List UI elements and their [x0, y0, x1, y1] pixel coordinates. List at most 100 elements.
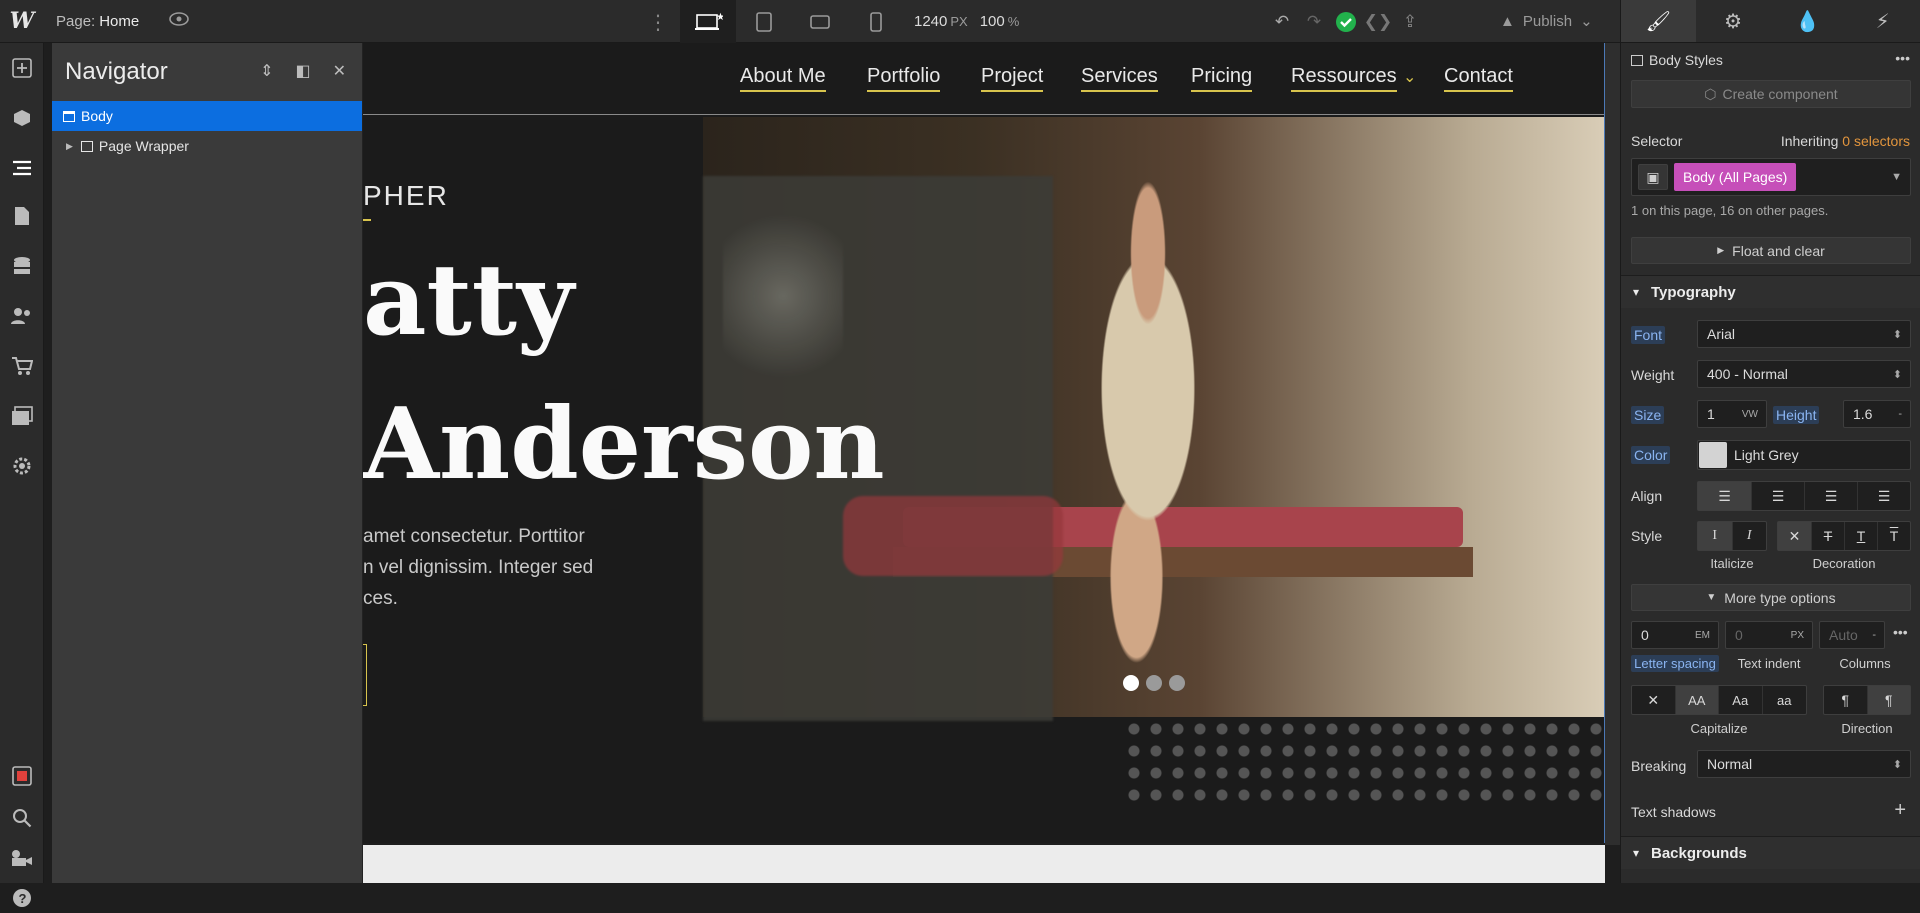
- navigator-item-body[interactable]: Body: [52, 101, 362, 131]
- export-icon[interactable]: ⇪: [1394, 12, 1426, 32]
- add-panel-icon[interactable]: [0, 53, 44, 83]
- slider-dot-3[interactable]: [1169, 675, 1185, 691]
- slider-dot-2[interactable]: [1146, 675, 1162, 691]
- align-right-icon[interactable]: ☰: [1805, 482, 1858, 510]
- underline-icon[interactable]: T: [1845, 522, 1878, 550]
- webflow-logo[interactable]: W: [0, 0, 44, 43]
- selector-type-icon[interactable]: ▣: [1638, 164, 1668, 190]
- settings-gear-icon[interactable]: [0, 451, 44, 481]
- create-component-button[interactable]: ⬡ Create component: [1631, 80, 1911, 108]
- size-input[interactable]: 1 VW: [1697, 400, 1767, 428]
- canvas-zoom[interactable]: 100%: [980, 13, 1020, 30]
- redo-icon[interactable]: ↷: [1298, 12, 1330, 32]
- assets-icon[interactable]: [0, 401, 44, 431]
- columns-input[interactable]: Auto -: [1819, 621, 1885, 649]
- design-canvas[interactable]: About Me Portfolio Project Services Pric…: [363, 43, 1605, 843]
- color-label: Color: [1631, 446, 1671, 464]
- nav-link-pricing[interactable]: Pricing: [1191, 65, 1253, 92]
- navigator-item-page-wrapper[interactable]: ▶ Page Wrapper: [52, 131, 362, 161]
- typography-section-header[interactable]: Typography: [1621, 275, 1920, 308]
- dock-panel-icon[interactable]: ◧: [295, 61, 310, 81]
- capitalize-icon[interactable]: Aa: [1719, 686, 1763, 714]
- more-type-options-toggle[interactable]: ▼ More type options: [1631, 584, 1911, 611]
- add-text-shadow-icon[interactable]: +: [1894, 799, 1906, 822]
- nav-link-about-me[interactable]: About Me: [740, 65, 826, 92]
- hero-cta-button[interactable]: [363, 644, 367, 706]
- weight-label: Weight: [1631, 367, 1675, 383]
- align-left-icon[interactable]: ☰: [1698, 482, 1752, 510]
- rtl-direction-icon[interactable]: ¶: [1867, 686, 1910, 714]
- slider-dot-1[interactable]: [1123, 675, 1139, 691]
- columns-label: Columns: [1839, 656, 1891, 671]
- nav-link-project[interactable]: Project: [981, 65, 1044, 92]
- desktop-breakpoint-icon[interactable]: ★: [680, 0, 736, 43]
- style-manager-drops-icon[interactable]: 💧: [1771, 0, 1846, 42]
- navigator-icon[interactable]: [0, 153, 44, 183]
- record-icon[interactable]: [0, 761, 44, 791]
- canvas-scrollbar[interactable]: [1605, 43, 1620, 845]
- more-options-icon[interactable]: •••: [1893, 624, 1908, 640]
- more-options-icon[interactable]: ⋮: [648, 10, 668, 35]
- publish-button[interactable]: ▲ Publish ⌄: [1500, 12, 1593, 31]
- regular-style-icon[interactable]: I: [1698, 522, 1733, 550]
- color-picker[interactable]: Light Grey: [1697, 440, 1911, 470]
- page-selector[interactable]: Page: Home: [56, 13, 139, 30]
- video-tutorials-icon[interactable]: [0, 843, 44, 873]
- mobile-portrait-icon[interactable]: [848, 0, 904, 43]
- nav-link-ressources[interactable]: Ressources: [1291, 65, 1397, 92]
- nav-link-contact[interactable]: Contact: [1444, 65, 1513, 92]
- uppercase-icon[interactable]: AA: [1675, 686, 1719, 714]
- users-icon[interactable]: [0, 301, 44, 331]
- canvas-dimensions: 1240 PX 100%: [914, 13, 1019, 30]
- overline-icon[interactable]: T: [1878, 522, 1910, 550]
- pages-icon[interactable]: [0, 201, 44, 231]
- mobile-landscape-icon[interactable]: [792, 0, 848, 43]
- letter-spacing-input[interactable]: 0 EM: [1631, 621, 1719, 649]
- backgrounds-section-header[interactable]: Backgrounds: [1621, 836, 1920, 869]
- model-figure: [1033, 172, 1263, 712]
- interactions-tab-bolt-icon[interactable]: ⚡: [1845, 0, 1920, 42]
- tablet-breakpoint-icon[interactable]: [736, 0, 792, 43]
- font-select[interactable]: Arial ⬍: [1697, 320, 1911, 348]
- inheriting-info[interactable]: Inheriting 0 selectors: [1781, 133, 1910, 149]
- ltr-direction-icon[interactable]: ¶: [1824, 686, 1868, 714]
- preview-eye-icon[interactable]: [169, 11, 190, 31]
- status-check-icon[interactable]: [1330, 11, 1362, 33]
- no-decoration-icon[interactable]: ✕: [1778, 522, 1812, 550]
- align-center-icon[interactable]: ☰: [1752, 482, 1805, 510]
- align-justify-icon[interactable]: ☰: [1858, 482, 1910, 510]
- chevron-down-icon[interactable]: ⌄: [1403, 67, 1416, 87]
- help-icon[interactable]: ?: [0, 883, 44, 913]
- cms-icon[interactable]: [0, 251, 44, 281]
- selector-chip[interactable]: Body (All Pages): [1674, 163, 1797, 191]
- settings-tab-gear-icon[interactable]: ⚙: [1696, 0, 1771, 42]
- no-transform-icon[interactable]: ✕: [1632, 686, 1676, 714]
- nav-link-portfolio[interactable]: Portfolio: [867, 65, 941, 92]
- components-icon[interactable]: [0, 103, 44, 133]
- italic-style-icon[interactable]: I: [1733, 522, 1767, 550]
- code-icon[interactable]: ❮❯: [1362, 12, 1394, 32]
- breaking-select[interactable]: Normal ⬍: [1697, 750, 1911, 778]
- search-icon[interactable]: [0, 803, 44, 833]
- selector-usage-note: 1 on this page, 16 on other pages.: [1631, 203, 1829, 218]
- more-options-icon[interactable]: •••: [1895, 50, 1910, 66]
- component-icon: ⬡: [1704, 85, 1717, 102]
- canvas-bottom-area: [363, 845, 1605, 883]
- close-icon[interactable]: ✕: [333, 61, 346, 81]
- line-height-input[interactable]: 1.6-: [1843, 400, 1911, 428]
- lowercase-icon[interactable]: aa: [1763, 686, 1806, 714]
- page-name: Home: [99, 12, 140, 30]
- ecommerce-icon[interactable]: [0, 351, 44, 381]
- strikethrough-icon[interactable]: T: [1812, 522, 1845, 550]
- chevron-down-icon[interactable]: ▼: [1891, 171, 1902, 183]
- weight-select[interactable]: 400 - Normal ⬍: [1697, 360, 1911, 388]
- color-swatch[interactable]: [1699, 442, 1727, 468]
- caret-right-icon[interactable]: ▶: [66, 141, 73, 152]
- nav-link-services[interactable]: Services: [1081, 65, 1158, 92]
- text-indent-input[interactable]: 0 PX: [1725, 621, 1813, 649]
- style-tab-brush-icon[interactable]: 🖌: [1621, 0, 1696, 42]
- float-clear-toggle[interactable]: ▶ Float and clear: [1631, 237, 1911, 264]
- expand-collapse-icon[interactable]: ⇕: [260, 61, 273, 81]
- canvas-width[interactable]: 1240 PX: [914, 13, 968, 30]
- undo-icon[interactable]: ↶: [1266, 12, 1298, 32]
